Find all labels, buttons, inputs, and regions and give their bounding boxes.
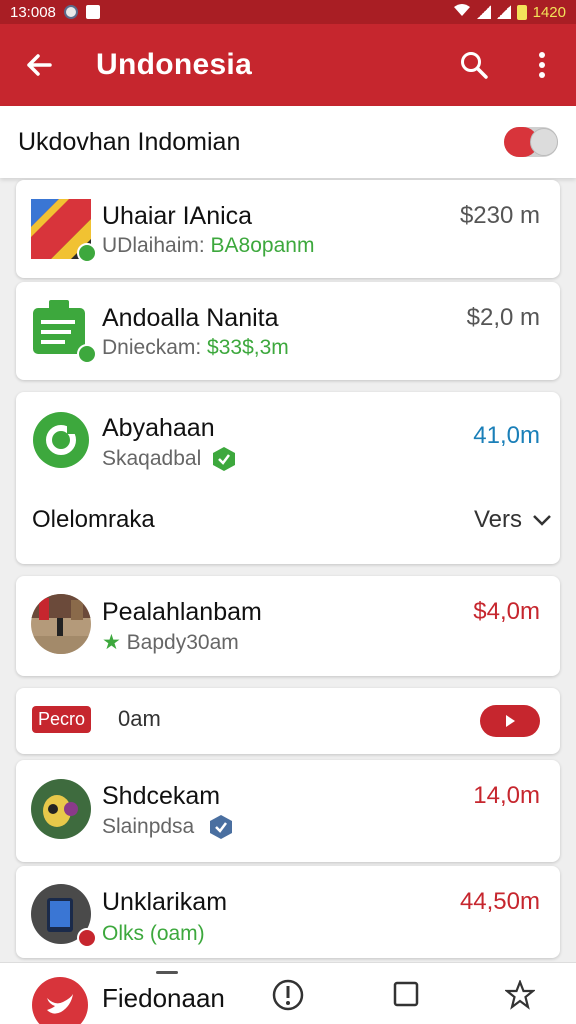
verified-icon [210,815,233,839]
item-sub: Olks (oam) [102,922,205,945]
section-action-button[interactable]: Vers [474,506,552,534]
section-label: Olelomraka [32,506,155,533]
promo-badge: Pecro [32,706,92,733]
promo-play-button[interactable] [480,705,540,737]
list-item[interactable]: Uhaiar IAnica UDlaihaim: BA8opanm $230 m [16,180,560,278]
bookmark-icon [393,981,419,1007]
item-name: Unklarikam [102,888,228,916]
search-button[interactable] [440,24,508,106]
play-icon [506,715,515,727]
status-bar: 13:008 1420 [0,0,576,24]
star-outline-icon [505,980,535,1010]
bird-icon [47,994,73,1014]
app-bar: Undonesia [0,24,576,106]
windows-logo-icon [31,199,97,263]
bottom-nav: Fiedonaan [0,962,576,1024]
page-title: Undonesia [96,48,253,81]
chevron-down-icon [533,515,551,526]
notification-icon [63,5,78,19]
phone-avatar-icon [31,884,97,948]
battery-icon [516,4,527,20]
search-icon [461,52,488,79]
ring-icon [31,410,91,470]
status-time-right: 1420 [532,3,566,21]
document-icon [31,300,97,364]
item-name: Uhaiar IAnica [102,202,253,230]
item-sub: ★ Bapdy30am [102,631,239,654]
item-sub: Skaqadbal [102,446,237,472]
star-icon: ★ [102,631,121,654]
list-item[interactable]: Shdcekam Slainpdsa 14,0m [16,760,560,862]
item-name: Pealahlanbam [102,598,262,626]
list-item[interactable]: Unklarikam Olks (oam) 44,50m [16,866,560,958]
item-sub: UDlaihaim: BA8opanm [102,234,315,257]
item-amount: $230 m [459,202,540,229]
nav-bookmark-button[interactable] [388,977,424,1013]
promo-row[interactable]: Pecro 0am [16,688,560,754]
nav-info-button[interactable] [270,977,306,1013]
item-amount: 44,50m [459,888,540,915]
alert-circle-icon [272,979,304,1011]
filter-bar: Ukdovhan Indomian [0,106,576,178]
signal-icon [476,5,491,19]
filter-label: Ukdovhan Indomian [18,127,241,156]
status-time: 13:008 [10,3,56,21]
bottom-nav-label: Fiedonaan [102,983,225,1013]
fab-button[interactable] [32,977,88,1024]
promo-text: 0am [118,706,161,731]
item-name: Abyahaan [102,414,215,442]
wifi-icon [453,3,471,21]
back-button[interactable] [0,24,78,106]
section-row: Olelomraka Vers [32,506,552,534]
item-amount: $2,0 m [466,304,540,331]
list-item[interactable]: Pealahlanbam ★ Bapdy30am $4,0m [16,576,560,676]
filter-toggle[interactable] [504,127,558,157]
nav-favorites-button[interactable] [502,977,538,1013]
list-item[interactable]: Andoalla Nanita Dnieckam: $33$,3m $2,0 m [16,282,560,380]
item-sub: Slainpdsa [102,814,234,840]
item-sub: Dnieckam: $33$,3m [102,336,289,359]
item-amount: 41,0m [473,422,540,449]
item-name: Shdcekam [102,782,221,810]
signal-icon [496,5,511,19]
drag-handle [156,971,178,974]
list-item[interactable]: Abyahaan Skaqadbal 41,0m Olelomraka Vers [16,392,560,564]
more-options-button[interactable] [508,24,576,106]
message-icon [85,5,100,19]
photo-avatar-icon [31,594,91,654]
item-amount: 14,0m [473,782,540,809]
more-vert-icon [539,52,545,78]
item-amount: $4,0m [473,598,540,625]
item-name: Andoalla Nanita [102,304,279,332]
eye-avatar-icon [31,779,91,839]
arrow-left-icon [27,54,52,76]
verified-icon [213,447,236,471]
